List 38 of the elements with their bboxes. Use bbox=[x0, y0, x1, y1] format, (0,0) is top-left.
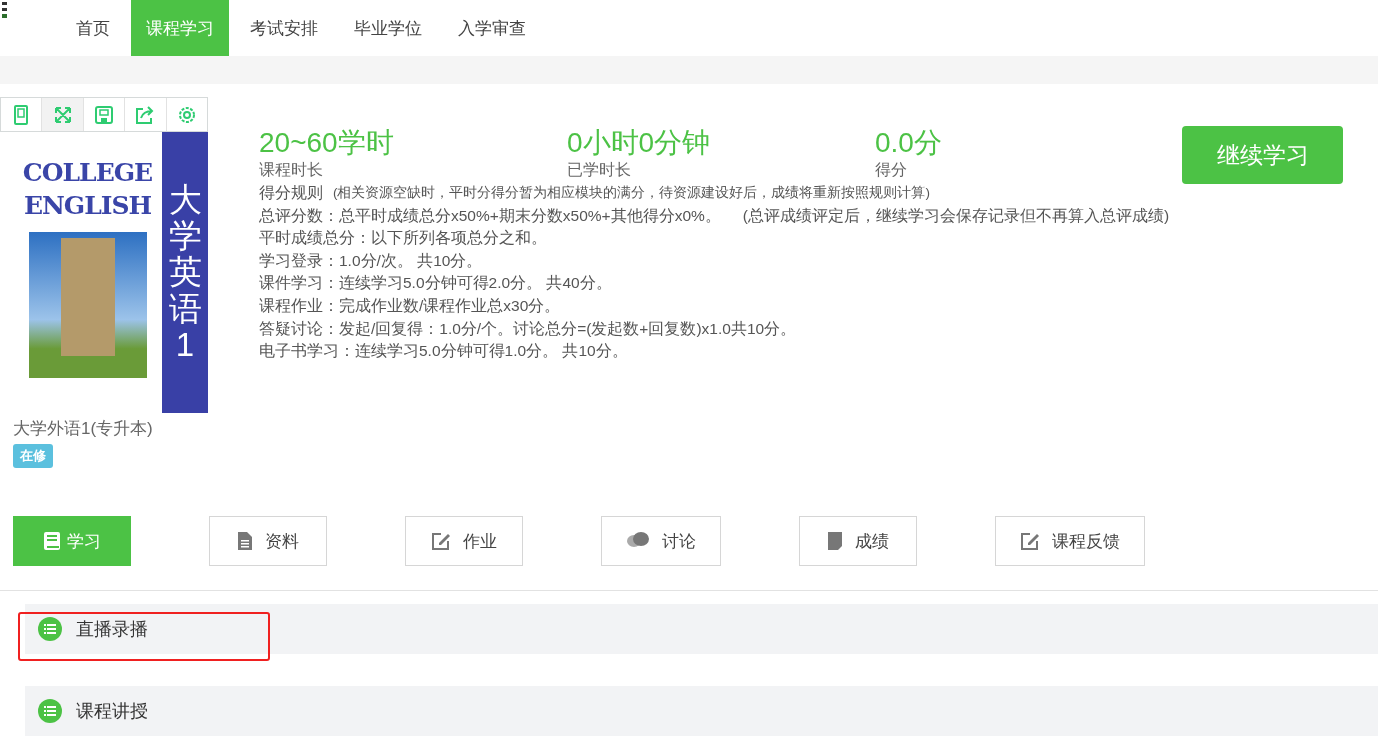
section-title: 课程讲授 bbox=[76, 700, 148, 723]
cover-side-title: 大学英语1 bbox=[168, 181, 202, 364]
cover-title: COLLEGE ENGLISH bbox=[21, 157, 154, 222]
book-icon bbox=[43, 531, 61, 551]
list-icon bbox=[38, 699, 62, 723]
section-title: 直播录播 bbox=[76, 618, 148, 641]
rule-note: (相关资源空缺时，平时分得分暂为相应模块的满分，待资源建设好后，成绩将重新按照规则计算) bbox=[333, 184, 930, 202]
status-badge: 在修 bbox=[13, 444, 53, 468]
rule-text: 学习登录：1.0分/次。 共10分。 bbox=[259, 250, 483, 271]
section-tab[interactable]: 成绩 bbox=[799, 516, 917, 566]
rule-note: (总评成绩评定后，继续学习会保存记录但不再算入总评成绩) bbox=[742, 205, 1170, 226]
rule-text: 课程作业：完成作业数/课程作业总x30分。 bbox=[259, 295, 561, 316]
fullscreen-icon[interactable] bbox=[42, 98, 84, 131]
rule-text: 平时成绩总分：以下所列各项总分之和。 bbox=[259, 228, 547, 249]
stat-value: 20~60学时 bbox=[259, 126, 395, 160]
rule-text: 答疑讨论：发起/回复得：1.0分/个。讨论总分=(发起数+回复数)x1.0共10分。 bbox=[259, 318, 797, 339]
list-icon bbox=[38, 617, 62, 641]
stat-label: 课程时长 bbox=[259, 160, 324, 180]
page-icon bbox=[827, 531, 843, 551]
section-header[interactable]: 课程讲授 bbox=[25, 686, 1378, 736]
stat-value: 0.0分 bbox=[875, 126, 943, 160]
section-tab[interactable]: 讨论 bbox=[601, 516, 721, 566]
rule-text: 总评分数：总平时成绩总分x50%+期末分数x50%+其他得分x0%。 bbox=[259, 205, 721, 226]
rule-text: 课件学习：连续学习5.0分钟可得2.0分。 共40分。 bbox=[259, 273, 612, 294]
section-tab[interactable]: 作业 bbox=[405, 516, 523, 566]
rule-text: 电子书学习：连续学习5.0分钟可得1.0分。 共10分。 bbox=[259, 341, 628, 362]
logo-fragment-icon bbox=[0, 0, 10, 20]
stat-label: 得分 bbox=[875, 160, 908, 180]
edit-icon bbox=[1020, 531, 1040, 551]
course-name: 大学外语1(专升本) bbox=[13, 418, 154, 440]
section-header[interactable]: 直播录播 bbox=[25, 604, 1378, 654]
edit-icon bbox=[431, 531, 451, 551]
document-icon bbox=[237, 531, 253, 551]
rule-text: 得分规则 bbox=[259, 183, 323, 203]
stat-value: 0小时0分钟 bbox=[567, 126, 712, 160]
section-tab[interactable]: 资料 bbox=[209, 516, 327, 566]
stat-label: 已学时长 bbox=[567, 160, 632, 180]
section-tab[interactable]: 课程反馈 bbox=[995, 516, 1145, 566]
